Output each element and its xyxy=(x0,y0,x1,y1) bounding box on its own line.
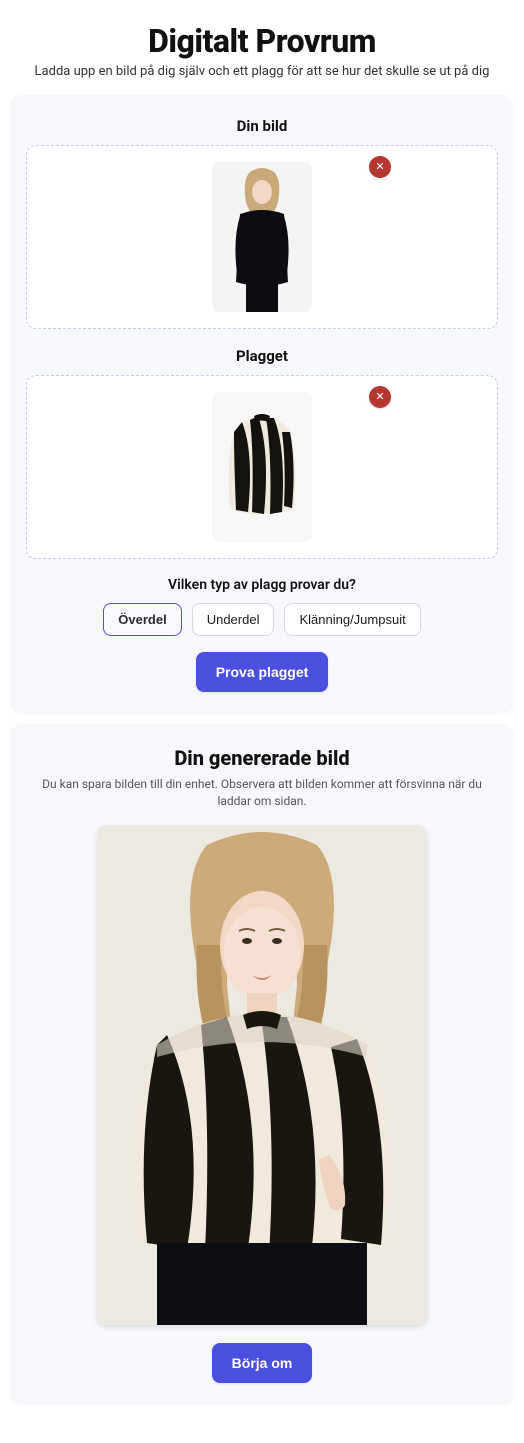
remove-user-image-button[interactable]: ✕ xyxy=(369,156,391,178)
garment-type-prompt: Vilken typ av plagg provar du? xyxy=(26,577,498,593)
result-title: Din genererade bild xyxy=(26,746,498,770)
generated-image xyxy=(97,825,427,1325)
page-subtitle: Ladda upp en bild på dig själv och ett p… xyxy=(14,64,510,79)
garment-image-label: Plagget xyxy=(26,347,498,365)
user-image-thumb xyxy=(212,162,312,312)
result-card: Din genererade bild Du kan spara bilden … xyxy=(10,724,514,1405)
restart-button[interactable]: Börja om xyxy=(212,1343,313,1383)
upload-card: Din bild ✕ Plag xyxy=(10,95,514,714)
page-title: Digitalt Provrum xyxy=(8,22,516,60)
garment-image-thumb xyxy=(212,392,312,542)
garment-type-options: Överdel Underdel Klänning/Jumpsuit xyxy=(26,603,498,636)
user-image-dropzone[interactable]: ✕ xyxy=(26,145,498,329)
garment-image-dropzone[interactable]: ✕ xyxy=(26,375,498,559)
user-image-label: Din bild xyxy=(26,117,498,135)
remove-garment-image-button[interactable]: ✕ xyxy=(369,386,391,408)
garment-type-option-bottom[interactable]: Underdel xyxy=(192,603,275,636)
try-garment-button[interactable]: Prova plagget xyxy=(196,652,329,692)
garment-type-option-dress[interactable]: Klänning/Jumpsuit xyxy=(284,603,420,636)
garment-type-option-top[interactable]: Överdel xyxy=(103,603,181,636)
result-note: Du kan spara bilden till din enhet. Obse… xyxy=(32,776,492,811)
